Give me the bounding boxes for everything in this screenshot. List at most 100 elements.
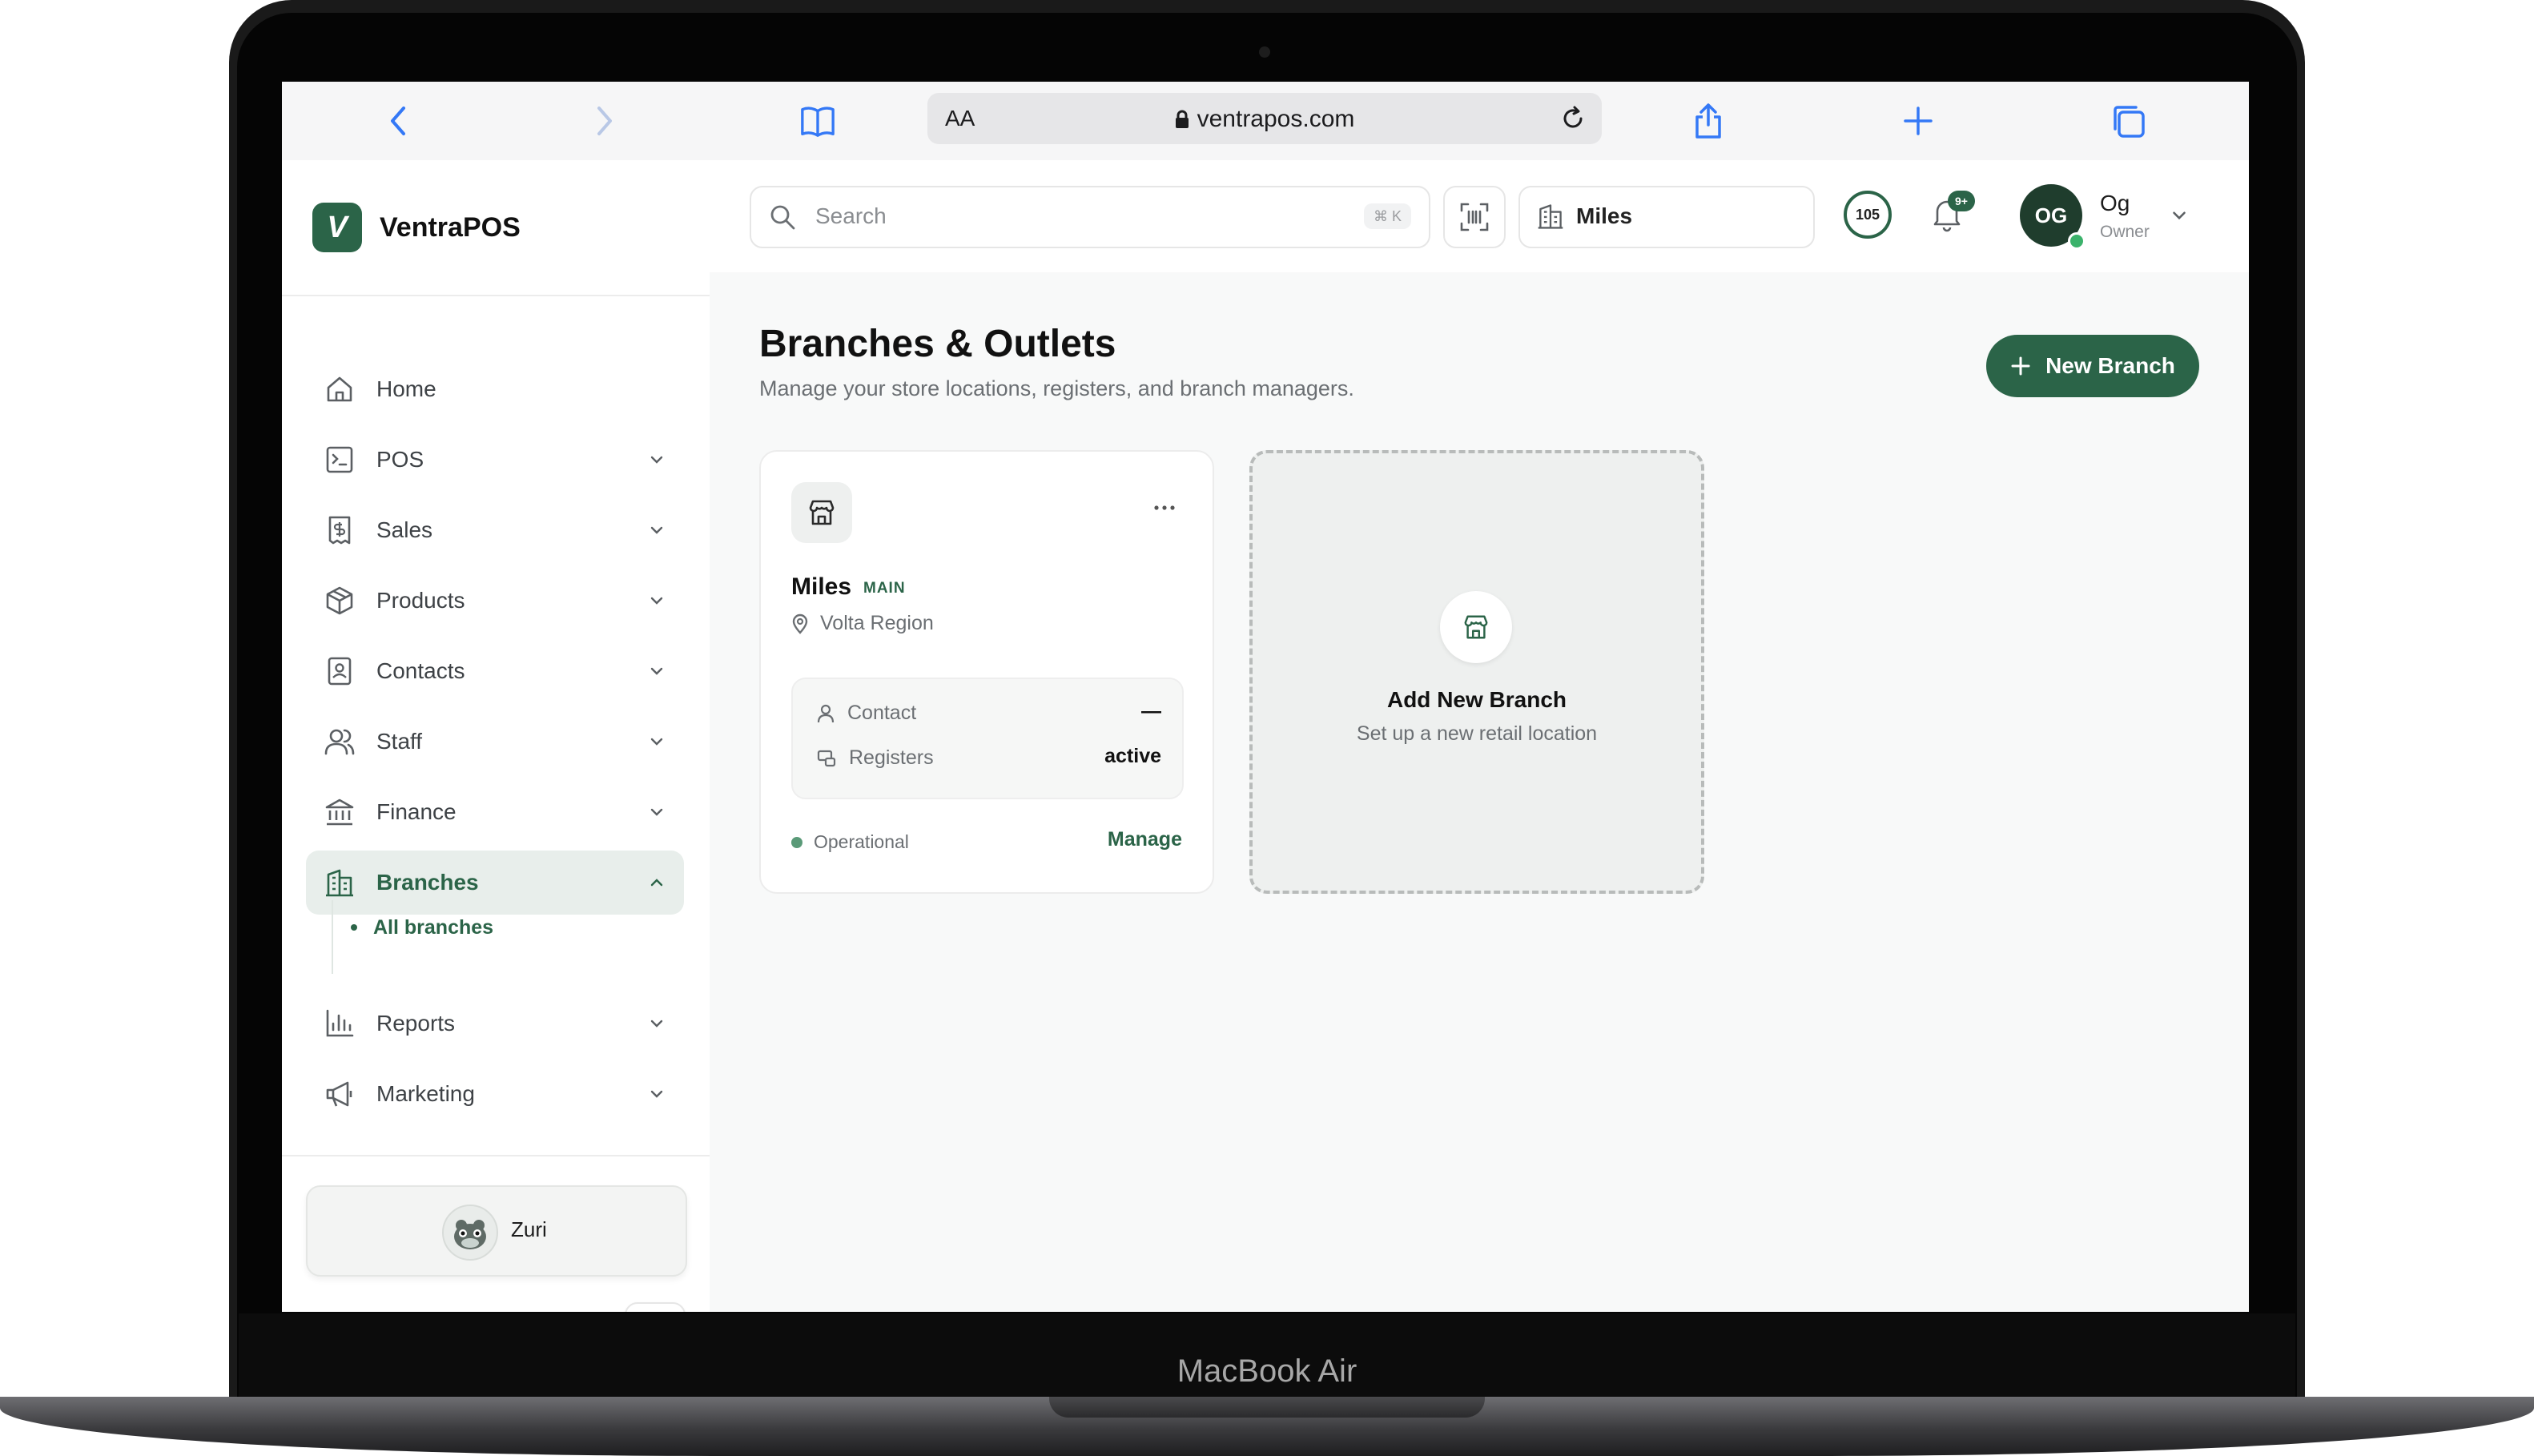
share-icon[interactable] [1690,103,1727,139]
assistant-avatar [442,1205,498,1261]
new-branch-button[interactable]: New Branch [1986,335,2199,397]
registers-value: active [1104,745,1161,767]
status-dot [791,836,802,848]
sidebar-subitem-all-branches[interactable]: All branches [351,911,493,943]
topbar: Search ⌘ K Miles 105 9+ OG Og Owner [710,160,2249,272]
branch-status-text: Operational [814,831,909,852]
manage-link[interactable]: Manage [1108,828,1182,851]
device-label: MacBook Air [1176,1353,1358,1389]
contact-book-icon [328,657,352,686]
divider [282,1155,710,1156]
reload-icon[interactable] [1559,104,1587,133]
map-pin-icon [792,613,808,634]
registers-label: Registers [849,746,934,769]
forward-icon[interactable] [586,103,623,139]
branch-status: Operational [791,831,909,853]
sidebar-item-sales[interactable]: Sales [306,498,684,562]
plus-icon [2011,356,2030,376]
sidebar-item-label: Marketing [376,1081,475,1106]
user-name[interactable]: Og [2100,191,2130,216]
page-title: Branches & Outlets [759,323,1116,365]
main-badge: MAIN [863,580,906,597]
notification-badge: 9+ [1948,191,1975,211]
bank-icon [325,798,354,826]
sidebar-item-staff[interactable]: Staff [306,710,684,774]
barcode-scan-button[interactable] [1443,186,1506,248]
barcode-scan-icon [1460,203,1489,231]
new-tab-icon[interactable] [1900,103,1937,139]
sidebar-item-marketing[interactable]: Marketing [306,1062,684,1126]
user-icon [817,704,835,722]
building-icon [1538,204,1563,229]
register-icon [817,750,836,766]
screen: AA ventrapos.com V VentraPOS Home POS Sa… [282,82,2249,1312]
chevron-down-icon[interactable] [2169,205,2190,226]
chevron-down-icon [650,808,663,816]
lock-icon [1175,110,1189,128]
store-icon [809,500,835,525]
more-options-icon[interactable] [1150,500,1179,516]
bookmarks-icon[interactable] [799,103,836,139]
store-icon [1464,615,1488,639]
sidebar-item-pos[interactable]: POS [306,428,684,492]
tabs-overview-icon[interactable] [2110,103,2146,139]
sidebar-item-label: POS [376,447,424,472]
terminal-icon [326,446,353,473]
users-icon [324,729,355,755]
chevron-down-icon [650,456,663,464]
receipt-icon [328,516,351,545]
sidebar-item-reports[interactable]: Reports [306,991,684,1056]
collapse-sidebar-button[interactable] [625,1302,686,1312]
divider [282,295,710,296]
keyboard-shortcut: ⌘ K [1363,203,1411,229]
sidebar-item-home[interactable]: Home [306,357,684,421]
contact-row: Contact [817,702,916,725]
laptop-hinge-notch [1049,1397,1485,1418]
sidebar-item-finance[interactable]: Finance [306,780,684,844]
brand-name: VentraPOS [380,211,521,243]
sidebar-item-label: Branches [376,870,479,895]
points-counter[interactable]: 105 [1844,191,1892,239]
submenu-line [332,900,333,974]
add-branch-card[interactable]: Add New Branch Set up a new retail locat… [1249,450,1704,894]
branch-selector[interactable]: Miles [1518,186,1815,248]
sidebar-item-label: Home [376,376,436,401]
chevron-up-icon [650,879,663,887]
back-icon[interactable] [380,103,416,139]
assistant-button[interactable]: Zuri [306,1185,687,1277]
url-text: ventrapos.com [927,106,1602,133]
assistant-name: Zuri [511,1217,547,1241]
sidebar-item-label: Products [376,588,465,613]
sidebar-item-label: Finance [376,799,457,824]
branch-card[interactable]: Miles MAIN Volta Region Contact — Regist… [759,450,1214,894]
main-content: Branches & Outlets Manage your store loc… [710,272,2249,1312]
new-branch-label: New Branch [2045,353,2175,378]
megaphone-icon [326,1081,352,1107]
contact-value: — [1141,700,1161,722]
building-icon [326,869,353,897]
branch-location: Volta Region [791,612,934,635]
search-placeholder: Search [815,203,887,228]
active-dot [351,924,357,931]
sidebar-item-products[interactable]: Products [306,569,684,633]
branch-selector-value: Miles [1576,203,1633,228]
address-bar[interactable]: AA ventrapos.com [927,93,1602,144]
search-input[interactable]: Search ⌘ K [750,186,1430,248]
add-branch-title: Add New Branch [1386,687,1567,712]
url-value: ventrapos.com [1197,106,1355,132]
bar-chart-icon [326,1009,354,1037]
online-status-dot [2068,232,2086,250]
sidebar-item-label: Staff [376,729,423,754]
home-icon [327,376,352,402]
sidebar-item-contacts[interactable]: Contacts [306,639,684,703]
store-icon-wrap [791,482,852,543]
sidebar-item-label: Sales [376,517,433,542]
camera-dot [1259,46,1270,58]
sidebar-item-label: Reports [376,1011,456,1036]
brand[interactable]: V VentraPOS [312,202,521,253]
branch-name: Miles [791,573,852,600]
registers-row: Registers [817,746,934,770]
sidebar-item-branches[interactable]: Branches [306,851,684,915]
search-icon [770,205,795,230]
chevron-down-icon [650,738,663,746]
